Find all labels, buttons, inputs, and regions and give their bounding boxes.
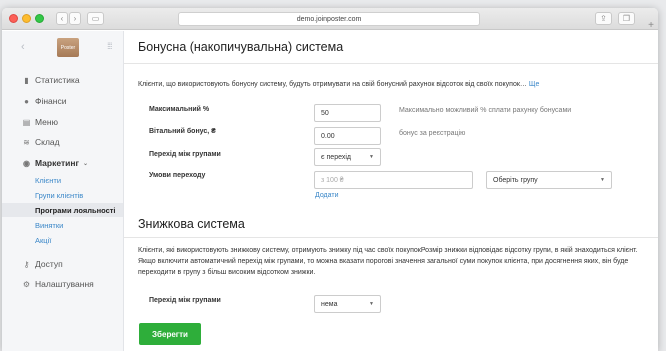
max-percent-label: Максимальний % xyxy=(149,106,210,113)
target-group-select[interactable]: Оберіть групу ▼ xyxy=(486,171,612,189)
browser-window: ‹ › ▭ demo.joinposter.com ⇪ ❐ + ‹ Poster… xyxy=(2,8,658,351)
tabs-icon[interactable]: ❐ xyxy=(618,12,635,25)
sidebar-item-access[interactable]: ⚷ Доступ xyxy=(22,259,63,269)
sidebar-subitem-loyalty-programs[interactable]: Програми лояльності xyxy=(35,206,116,215)
logo[interactable]: Poster xyxy=(57,38,79,57)
sidebar-header: ‹ Poster ⁞⁞⁞ xyxy=(2,31,123,64)
sidebar-item-menu[interactable]: ▤ Меню xyxy=(22,117,58,127)
add-condition-link[interactable]: Додати xyxy=(315,192,339,199)
welcome-bonus-hint: бонус за реєстрацію xyxy=(399,130,466,137)
transition-conditions-label: Умови переходу xyxy=(149,172,206,179)
max-percent-input[interactable]: 50 xyxy=(314,104,381,122)
sidebar-item-label: Налаштування xyxy=(35,279,94,289)
group-transition-value: є перехід xyxy=(321,153,351,161)
sidebar-item-label: Маркетинг xyxy=(35,158,80,168)
zoom-window-button[interactable] xyxy=(35,14,44,23)
caret-down-icon: ▼ xyxy=(600,177,605,183)
group-transition-select[interactable]: є перехід ▼ xyxy=(314,148,381,166)
sidebar-item-marketing[interactable]: ◉ Маркетинг ⌄ xyxy=(22,158,88,168)
gear-icon: ⚙ xyxy=(22,279,31,289)
transition-amount-input[interactable]: з 100 ₴ xyxy=(314,171,473,189)
group-transition-label: Перехід між групами xyxy=(149,151,221,158)
section-divider xyxy=(124,237,658,238)
sidebar-subitem-exceptions[interactable]: Винятки xyxy=(35,221,63,230)
welcome-bonus-input[interactable]: 0.00 xyxy=(314,127,381,145)
discount-transition-label: Перехід між групами xyxy=(149,297,221,304)
new-tab-icon[interactable]: + xyxy=(648,20,654,31)
caret-down-icon: ▼ xyxy=(369,301,374,307)
chevron-down-icon: ⌄ xyxy=(83,160,89,167)
sidebar-item-warehouse[interactable]: ≋ Склад xyxy=(22,137,60,147)
apps-grid-icon[interactable]: ⁞⁞⁞ xyxy=(107,41,112,51)
more-link[interactable]: Ще xyxy=(529,81,539,88)
sidebar-item-statistics[interactable]: ▮ Статистика xyxy=(22,75,80,85)
page-title: Бонусна (накопичувальна) система xyxy=(124,31,658,64)
sidebar-item-label: Фінанси xyxy=(35,96,67,106)
max-percent-hint: Максимально можливий % сплати рахунку бо… xyxy=(399,107,572,114)
caret-down-icon: ▼ xyxy=(369,154,374,160)
sidebar-item-finance[interactable]: ● Фінанси xyxy=(22,96,66,106)
discount-transition-value: нема xyxy=(321,300,338,308)
sidebar-subitem-client-groups[interactable]: Групи клієнтів xyxy=(35,191,83,200)
discount-section-title: Знижкова система xyxy=(138,217,245,231)
share-icon[interactable]: ⇪ xyxy=(595,12,612,25)
sidebar: ‹ Poster ⁞⁞⁞ ▮ Статистика ● Фінанси ▤ Ме… xyxy=(2,31,124,351)
stack-icon: ≋ xyxy=(23,137,30,147)
welcome-bonus-label: Вітальний бонус, ₴ xyxy=(149,128,216,135)
bar-chart-icon: ▮ xyxy=(24,75,29,85)
bonus-description: Клієнти, що використовують бонусну систе… xyxy=(138,79,638,90)
minimize-window-button[interactable] xyxy=(22,14,31,23)
chevron-left-icon[interactable]: ‹ xyxy=(21,41,25,53)
save-button[interactable]: Зберегти xyxy=(139,323,201,345)
bonus-description-text: Клієнти, що використовують бонусну систе… xyxy=(138,81,527,88)
sidebar-toggle-icon[interactable]: ▭ xyxy=(87,12,104,25)
sidebar-item-label: Склад xyxy=(35,137,60,147)
target-group-value: Оберіть групу xyxy=(493,176,538,184)
sidebar-item-label: Статистика xyxy=(35,75,80,85)
discount-transition-select[interactable]: нема ▼ xyxy=(314,295,381,313)
key-icon: ⚷ xyxy=(23,259,30,269)
money-icon: ● xyxy=(24,96,29,106)
forward-arrow-icon[interactable]: › xyxy=(69,12,81,25)
sidebar-subitem-promotions[interactable]: Акції xyxy=(35,236,51,245)
back-arrow-icon[interactable]: ‹ xyxy=(56,12,68,25)
sidebar-item-label: Меню xyxy=(35,117,58,127)
target-icon: ◉ xyxy=(23,158,30,168)
document-icon: ▤ xyxy=(22,117,31,127)
sidebar-item-settings[interactable]: ⚙ Налаштування xyxy=(22,279,94,289)
url-bar[interactable]: demo.joinposter.com xyxy=(178,12,480,26)
sidebar-item-label: Доступ xyxy=(35,259,63,269)
discount-description: Клієнти, які використовують знижкову сис… xyxy=(138,247,638,276)
main-content: Бонусна (накопичувальна) система Клієнти… xyxy=(124,31,658,351)
close-window-button[interactable] xyxy=(9,14,18,23)
browser-titlebar: ‹ › ▭ demo.joinposter.com ⇪ ❐ + xyxy=(2,8,658,31)
sidebar-subitem-clients[interactable]: Клієнти xyxy=(35,176,61,185)
